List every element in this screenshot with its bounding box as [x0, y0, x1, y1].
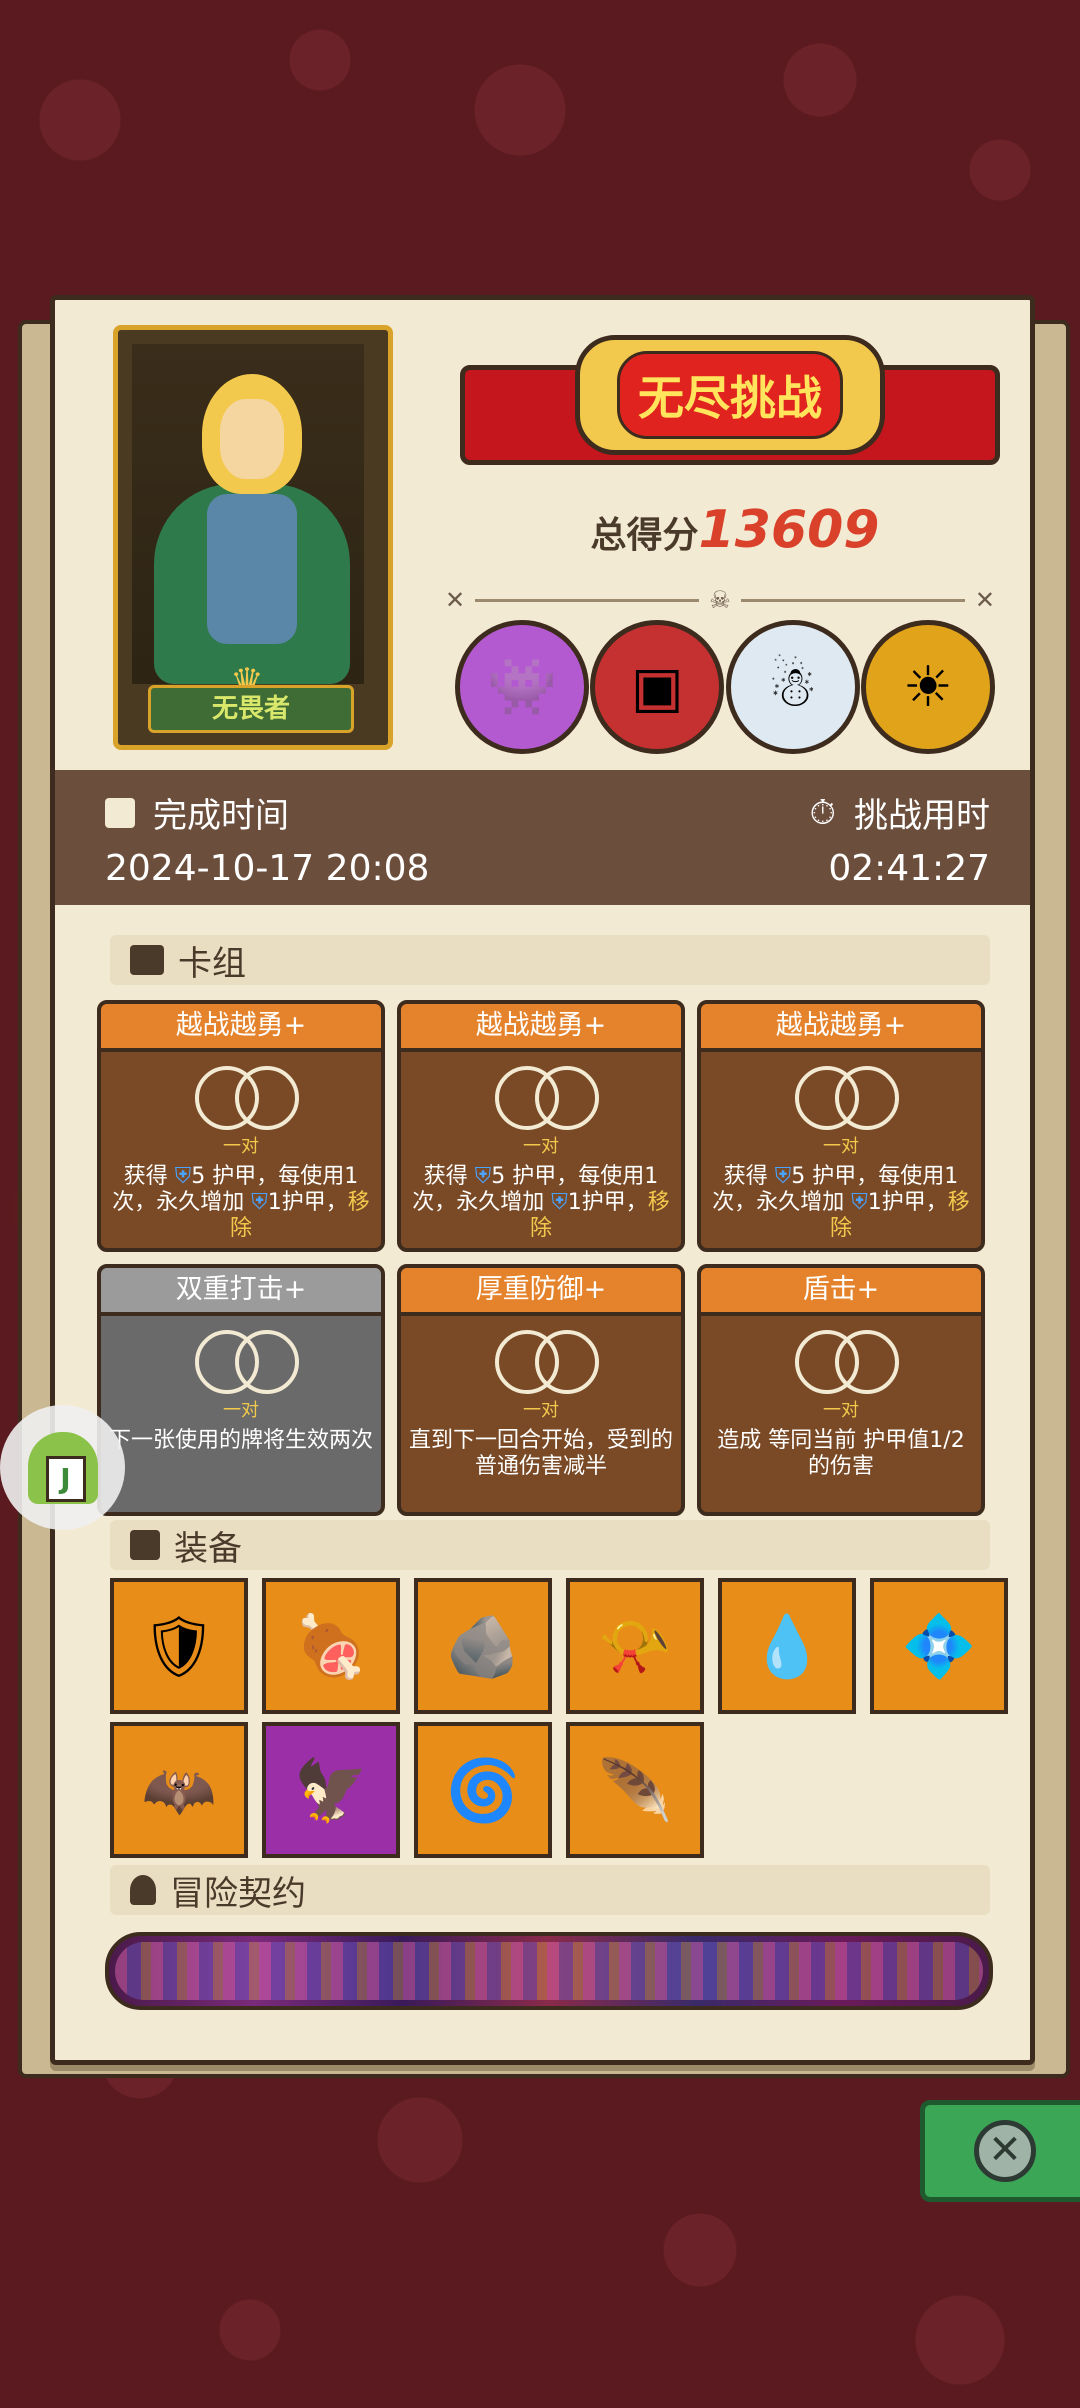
deck-section-title: 卡组: [178, 943, 246, 984]
result-panel: ♛ 无畏者 无尽挑战 总得分13609 ✕ ☠ ✕ 👾 ▣ ☃ ☀ 完成时间 ⏱…: [50, 295, 1035, 2065]
duration-label: 挑战用时: [854, 796, 990, 836]
total-score: 总得分13609: [575, 500, 895, 560]
card-pair-label: 一对: [523, 1136, 559, 1157]
pair-rings-icon: [495, 1330, 599, 1394]
finish-time-value: 2024-10-17 20:08: [105, 848, 430, 889]
card-description: 下一张使用的牌将生效两次: [108, 1428, 373, 1453]
android-icon: J: [27, 1431, 98, 1504]
card-pair-label: 一对: [823, 1400, 859, 1421]
deck-section-header: 卡组: [110, 935, 990, 985]
duration-value: 02:41:27: [828, 848, 990, 889]
stopwatch-icon: ⏱: [809, 792, 836, 833]
card-title: 越战越勇+: [101, 1004, 381, 1052]
contract-icons: [115, 1942, 983, 2000]
person-icon: [130, 1875, 156, 1905]
crossed-swords-icon: ✕: [445, 586, 466, 614]
skull-icon: ☠: [709, 586, 731, 614]
deck-grid: 越战越勇+ 一对 获得 ⛨5 护甲，每使用1次，永久增加 ⛨1护甲，移除 越战越…: [97, 1000, 987, 1516]
crystal-shield-icon[interactable]: 💠: [870, 1578, 1008, 1714]
card-item[interactable]: 厚重防御+ 一对 直到下一回合开始，受到的普通伤害减半: [397, 1264, 685, 1516]
card-description: 获得 ⛨5 护甲，每使用1次，永久增加 ⛨1护甲，移除: [112, 1164, 370, 1241]
card-item[interactable]: 越战越勇+ 一对 获得 ⛨5 护甲，每使用1次，永久增加 ⛨1护甲，移除: [397, 1000, 685, 1252]
card-title: 越战越勇+: [401, 1004, 681, 1052]
contract-section-title: 冒险契约: [170, 1873, 306, 1914]
cube-icon: [130, 1530, 160, 1560]
equipment-section-title: 装备: [174, 1528, 242, 1569]
crossed-swords-icon: ✕: [974, 586, 996, 614]
armor-icon[interactable]: 🛡: [110, 1578, 248, 1714]
moss-stone-icon[interactable]: 🪨: [414, 1578, 552, 1714]
title-banner: 无尽挑战: [460, 325, 1000, 485]
boss-divider: ✕ ☠ ✕: [445, 585, 995, 615]
banner-title: 无尽挑战: [617, 351, 843, 439]
pumpkin-icon[interactable]: ☀: [860, 620, 995, 754]
pair-rings-icon: [195, 1330, 299, 1394]
claw-icon[interactable]: 🦅: [262, 1722, 400, 1858]
card-title: 厚重防御+: [401, 1268, 681, 1316]
contract-section-header: 冒险契约: [110, 1865, 990, 1915]
pair-rings-icon: [795, 1330, 899, 1394]
close-icon: ✕: [974, 2120, 1036, 2182]
feather-icon[interactable]: 🪶: [566, 1722, 704, 1858]
equipment-section-header: 装备: [110, 1520, 990, 1570]
card-pair-label: 一对: [223, 1400, 259, 1421]
equipment-row: 🦇 🦅 🌀 🪶: [110, 1722, 1010, 1858]
pair-rings-icon: [495, 1066, 599, 1130]
card-title: 越战越勇+: [701, 1004, 981, 1052]
hero-name: 无畏者: [148, 685, 354, 733]
card-item[interactable]: 越战越勇+ 一对 获得 ⛨5 护甲，每使用1次，永久增加 ⛨1护甲，移除: [97, 1000, 385, 1252]
bat-icon[interactable]: 🦇: [110, 1722, 248, 1858]
contract-strip[interactable]: [105, 1932, 993, 2010]
card-title: 双重打击+: [101, 1268, 381, 1316]
card-description: 直到下一回合开始，受到的普通伤害减半: [408, 1428, 673, 1479]
floating-android-button[interactable]: J: [0, 1405, 125, 1530]
meat-icon[interactable]: 🍖: [262, 1578, 400, 1714]
card-pair-label: 一对: [223, 1136, 259, 1157]
pair-rings-icon: [795, 1066, 899, 1130]
orb-icon[interactable]: 🌀: [414, 1722, 552, 1858]
card-description: 获得 ⛨5 护甲，每使用1次，永久增加 ⛨1护甲，移除: [712, 1164, 970, 1241]
card-pair-label: 一对: [523, 1400, 559, 1421]
close-button[interactable]: ✕: [920, 2100, 1080, 2202]
card-description: 造成 等同当前 护甲值1/2的伤害: [717, 1428, 965, 1479]
hero-card[interactable]: ♛ 无畏者: [113, 325, 393, 750]
stats-bar: 完成时间 ⏱ 挑战用时 2024-10-17 20:08 02:41:27: [55, 770, 1030, 905]
equipment-row: 🛡 🍖 🪨 📯 💧 💠: [110, 1578, 1010, 1714]
card-description: 获得 ⛨5 护甲，每使用1次，永久增加 ⛨1护甲，移除: [412, 1164, 670, 1241]
yeti-icon[interactable]: ☃: [725, 620, 860, 754]
card-item[interactable]: 盾击+ 一对 造成 等同当前 护甲值1/2的伤害: [697, 1264, 985, 1516]
pair-rings-icon: [195, 1066, 299, 1130]
card-pair-label: 一对: [823, 1136, 859, 1157]
finish-time-label: 完成时间: [153, 796, 289, 836]
blue-slime-icon[interactable]: 💧: [718, 1578, 856, 1714]
score-label: 总得分: [590, 515, 699, 556]
horn-icon[interactable]: 📯: [566, 1578, 704, 1714]
score-value: 13609: [698, 500, 880, 560]
card-item[interactable]: 双重打击+ 一对 下一张使用的牌将生效两次: [97, 1264, 385, 1516]
purple-monster-icon[interactable]: 👾: [455, 620, 589, 754]
card-item[interactable]: 越战越勇+ 一对 获得 ⛨5 护甲，每使用1次，永久增加 ⛨1护甲，移除: [697, 1000, 985, 1252]
calendar-icon: [105, 797, 135, 828]
defeated-bosses: 👾 ▣ ☃ ☀: [455, 620, 995, 754]
hero-portrait: [132, 344, 364, 684]
card-title: 盾击+: [701, 1268, 981, 1316]
cards-icon: [130, 945, 164, 975]
cage-monster-icon[interactable]: ▣: [590, 620, 725, 754]
